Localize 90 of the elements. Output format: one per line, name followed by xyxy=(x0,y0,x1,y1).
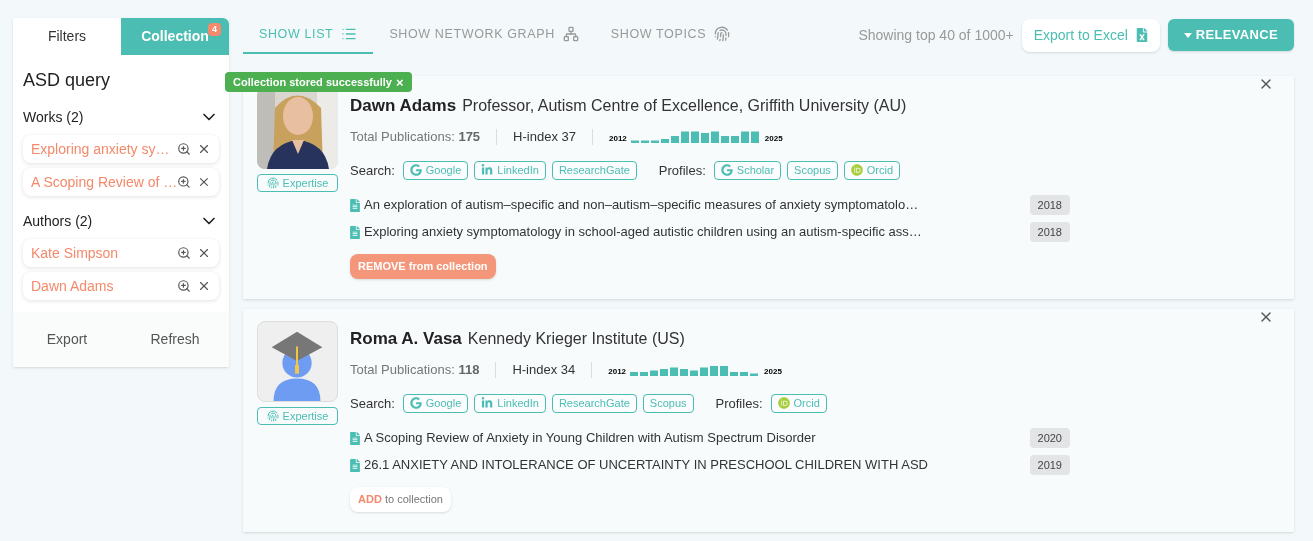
link-chip[interactable]: Orcid xyxy=(770,393,827,413)
item-label: A Scoping Review of … xyxy=(31,172,178,192)
section-header[interactable]: Authors (2) xyxy=(23,208,219,234)
caret-icon xyxy=(1183,32,1192,38)
link-chip[interactable]: ResearchGate xyxy=(551,160,637,180)
link-chip[interactable]: Scopus xyxy=(642,393,694,413)
query-title: ASD query xyxy=(23,69,112,92)
publications-count: Total Publications: 175 xyxy=(350,128,481,146)
link-chip[interactable]: Scholar xyxy=(713,160,782,180)
year-label: 2012 xyxy=(608,367,627,376)
item-label: Exploring anxiety sy… xyxy=(31,139,171,159)
add-button[interactable]: ADD to collection xyxy=(350,487,451,512)
footer-button[interactable]: Export xyxy=(13,312,121,367)
collection-item[interactable]: Kate Simpson xyxy=(23,239,219,267)
profiles-label: Profiles: xyxy=(658,161,706,180)
author-name[interactable]: Roma A. Vasa xyxy=(350,326,462,352)
expertise-button[interactable]: Expertise xyxy=(257,407,338,425)
year-badge: 2019 xyxy=(1029,455,1070,475)
h-index: H-index 34 xyxy=(512,361,576,379)
linkedin-icon xyxy=(481,397,494,410)
close-icon[interactable] xyxy=(197,142,211,156)
search-icon[interactable] xyxy=(177,175,192,189)
graduate-avatar-icon xyxy=(257,321,338,402)
link-chip[interactable]: Google xyxy=(402,393,469,413)
work-title[interactable]: An exploration of autism–specific and non–autism–specific measures of anxiety symptomatolo… xyxy=(364,195,1026,215)
fingerprint-icon xyxy=(714,26,731,42)
orcid-icon xyxy=(777,397,790,410)
work-title[interactable]: Exploring anxiety symptomatology in school-aged autistic children using an autism-specific ass… xyxy=(364,222,1026,242)
affiliation: Professor, Autism Centre of Excellence, Griffith University (AU) xyxy=(462,96,907,116)
excel-file-icon xyxy=(1135,28,1148,42)
affiliation: Kennedy Krieger Institute (US) xyxy=(467,329,685,349)
export-excel-button[interactable]: Export to Excel xyxy=(1021,18,1160,52)
collection-item[interactable]: A Scoping Review of … xyxy=(23,168,219,196)
section-header[interactable]: Works (2) xyxy=(23,104,219,130)
collection-item[interactable]: Exploring anxiety sy… xyxy=(23,135,219,163)
link-chip[interactable]: ResearchGate xyxy=(551,393,637,413)
close-button[interactable]: × xyxy=(395,75,404,89)
google-icon xyxy=(720,164,733,177)
list-icon xyxy=(341,26,358,42)
item-label: Dawn Adams xyxy=(31,276,115,296)
google-icon xyxy=(409,397,422,410)
link-chip[interactable]: Orcid xyxy=(843,160,901,180)
profiles-label: Profiles: xyxy=(715,394,763,413)
fingerprint-icon xyxy=(266,410,279,422)
document-icon xyxy=(350,225,360,239)
link-chip[interactable]: Scopus xyxy=(787,160,838,180)
sort-button[interactable]: RELEVANCE xyxy=(1167,19,1294,51)
sidebar-tab[interactable]: Filters xyxy=(13,18,121,55)
google-icon xyxy=(409,164,422,177)
expertise-button[interactable]: Expertise xyxy=(257,174,338,192)
year-badge: 2018 xyxy=(1029,222,1070,242)
close-icon[interactable] xyxy=(197,279,211,293)
view-tab[interactable]: SHOW NETWORK GRAPH xyxy=(373,16,595,54)
view-tab[interactable]: SHOW LIST xyxy=(243,16,374,54)
search-icon[interactable] xyxy=(177,279,191,293)
orcid-icon xyxy=(850,164,863,177)
view-tab[interactable]: SHOW TOPICS xyxy=(594,16,747,54)
work-title[interactable]: A Scoping Review of Anxiety in Young Children with Autism Spectrum Disorder xyxy=(364,428,1026,448)
year-label: 2012 xyxy=(609,134,627,143)
h-index: H-index 37 xyxy=(513,128,576,146)
remove-button[interactable]: REMOVE from collection xyxy=(350,254,496,279)
close-icon[interactable] xyxy=(197,246,211,260)
search-label: Search: xyxy=(350,161,395,180)
result-count: Showing top 40 of 1000+ xyxy=(858,25,1014,45)
publications-count: Total Publications: 118 xyxy=(350,361,480,379)
search-icon[interactable] xyxy=(177,246,191,260)
toast-message: Collection stored successfully xyxy=(233,74,392,90)
linkedin-icon xyxy=(481,164,494,177)
count-badge: 4 xyxy=(208,23,221,36)
year-label: 2025 xyxy=(764,367,782,376)
document-icon xyxy=(350,458,360,472)
fingerprint-icon xyxy=(266,177,279,189)
document-icon xyxy=(350,198,360,212)
network-icon xyxy=(562,26,579,42)
document-icon xyxy=(350,431,360,445)
link-chip[interactable]: Google xyxy=(402,160,469,180)
link-chip[interactable]: LinkedIn xyxy=(474,160,546,180)
work-title[interactable]: 26.1 ANXIETY AND INTOLERANCE OF UNCERTAINTY IN PRESCHOOL CHILDREN WITH ASD xyxy=(364,455,1026,475)
collection-item[interactable]: Dawn Adams xyxy=(23,272,219,300)
link-chip[interactable]: LinkedIn xyxy=(474,393,546,413)
year-label: 2025 xyxy=(764,134,783,143)
author-name[interactable]: Dawn Adams xyxy=(350,93,457,119)
search-icon[interactable] xyxy=(177,142,191,156)
year-badge: 2020 xyxy=(1029,428,1070,448)
sidebar-tab[interactable]: Collection 4 xyxy=(121,18,229,55)
search-label: Search: xyxy=(350,394,395,413)
close-icon[interactable] xyxy=(197,175,211,189)
year-badge: 2018 xyxy=(1029,195,1070,215)
item-label: Kate Simpson xyxy=(31,243,120,263)
footer-button[interactable]: Refresh xyxy=(121,312,229,367)
